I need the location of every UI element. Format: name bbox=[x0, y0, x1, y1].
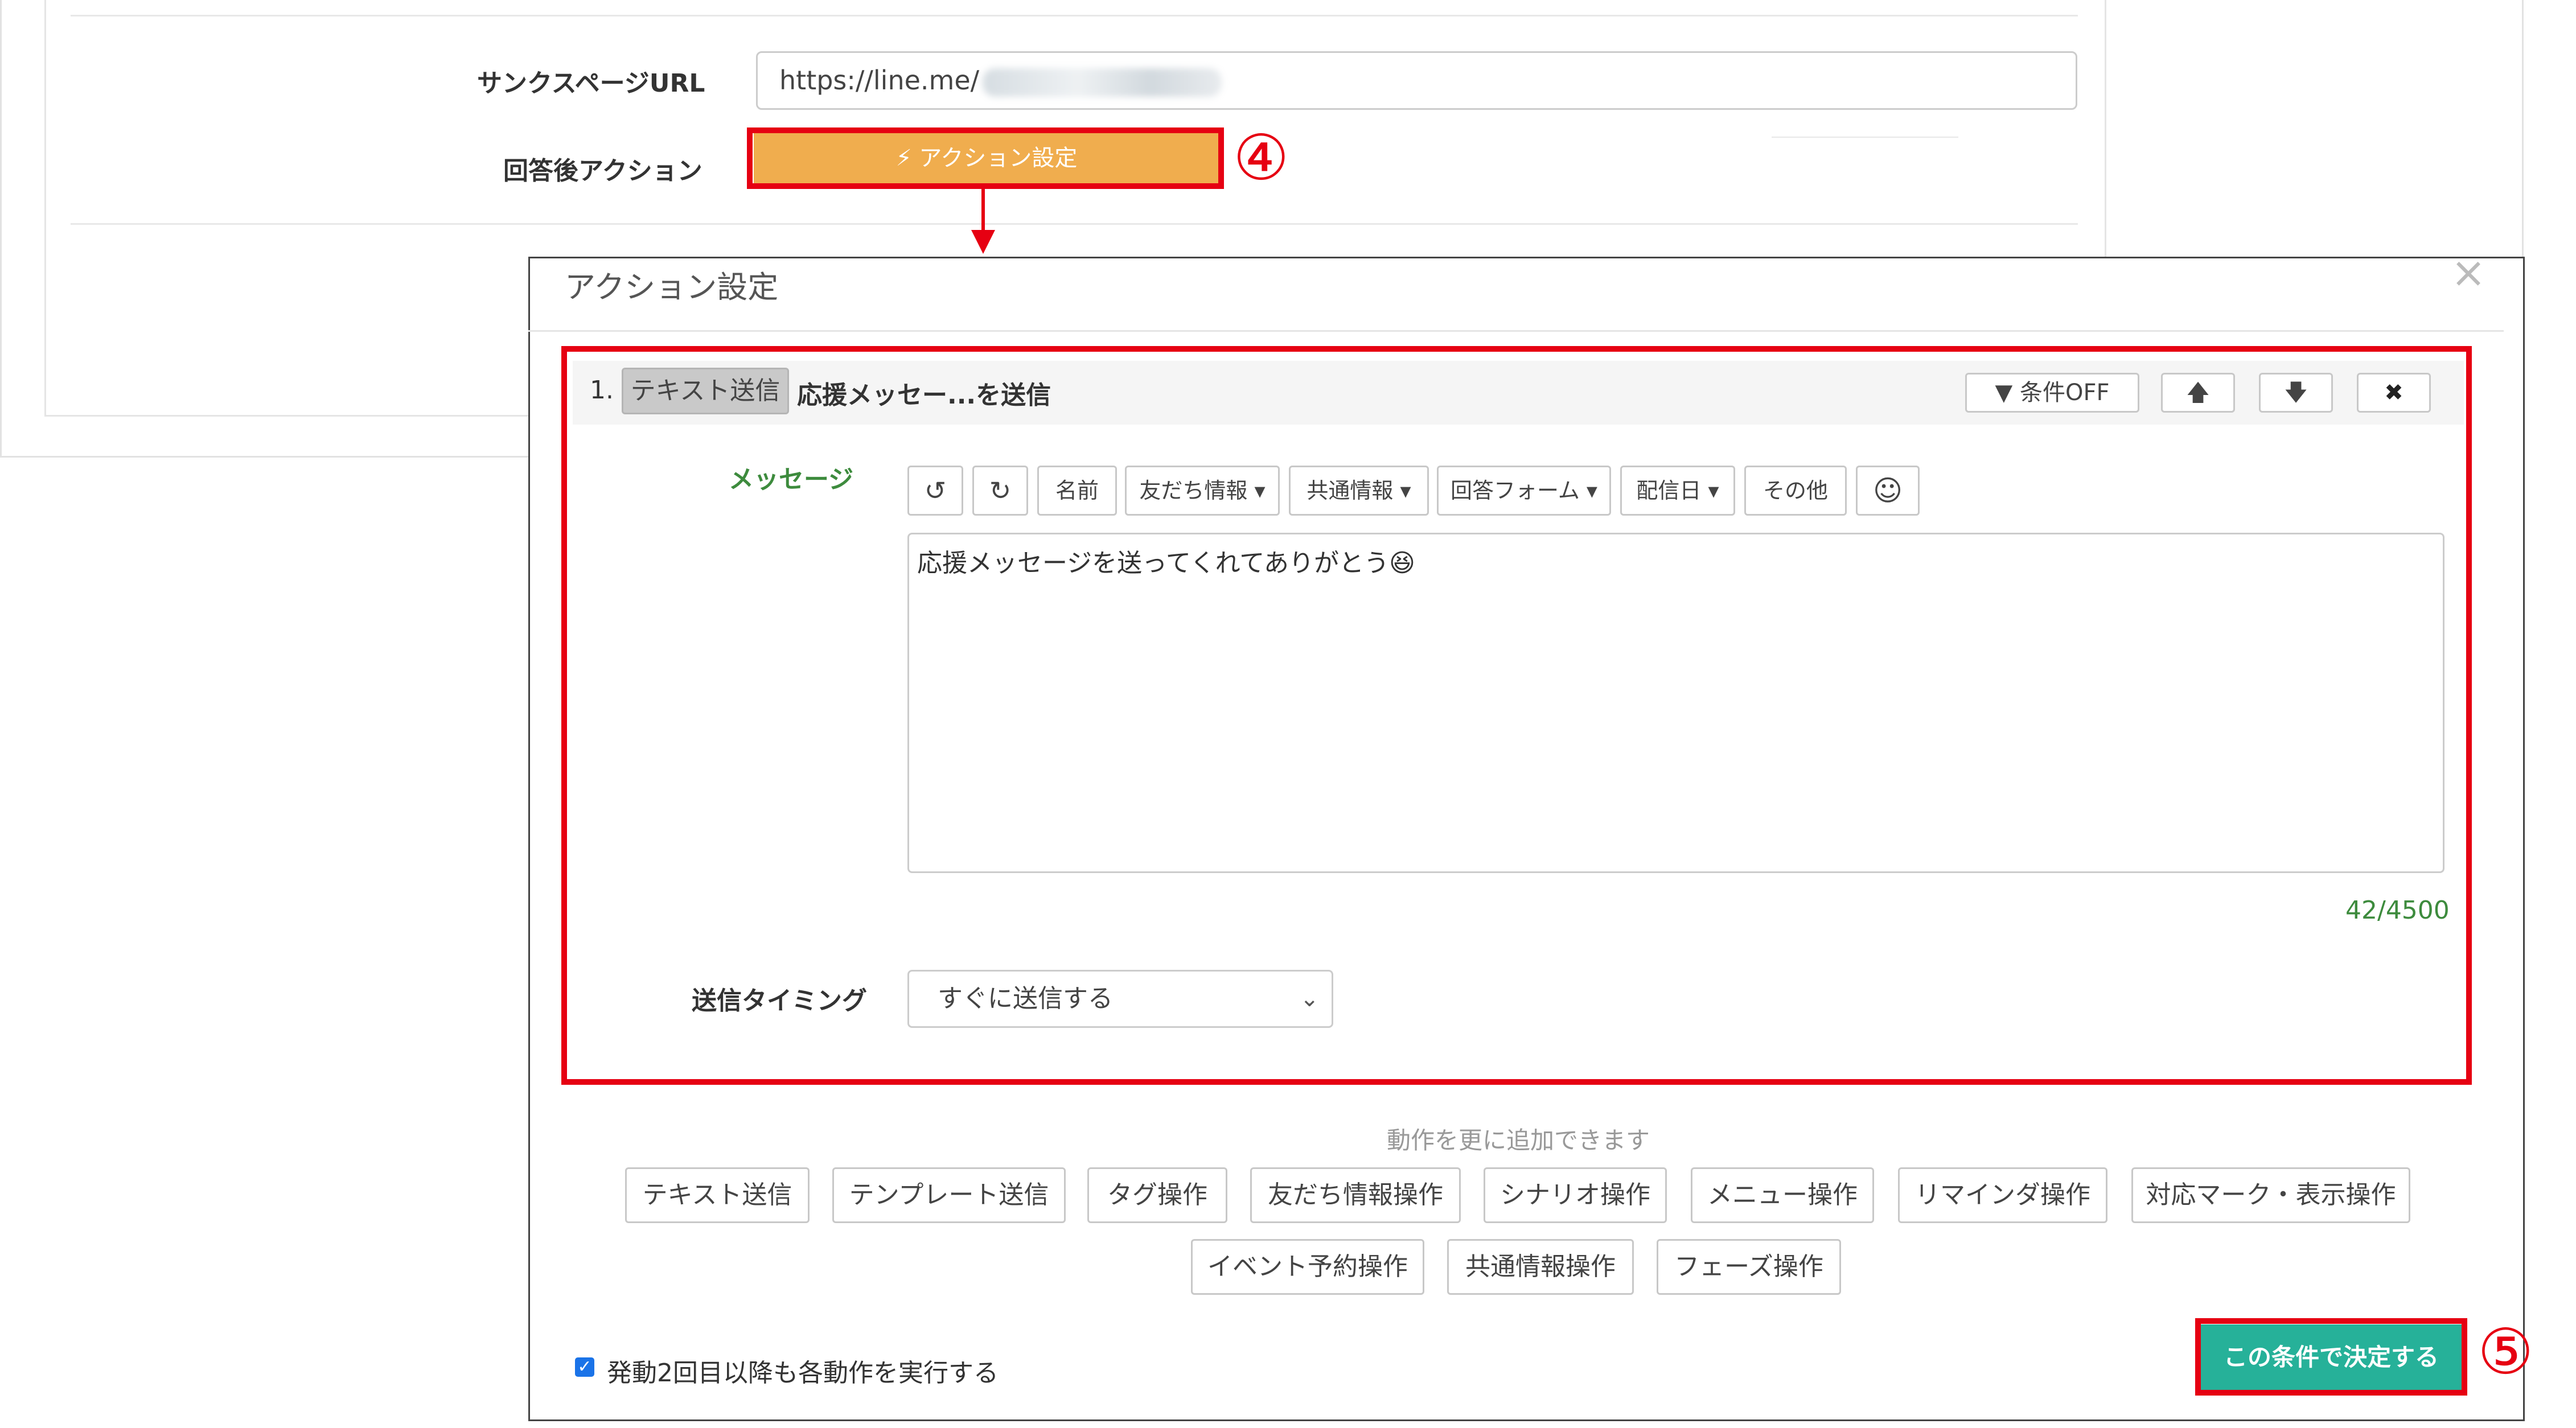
step5-marker: ⑤ bbox=[2478, 1315, 2534, 1388]
repeat-actions-checkbox[interactable]: ✓ bbox=[575, 1357, 594, 1377]
arrow-line bbox=[981, 186, 985, 231]
add-template-send-button[interactable]: テンプレート送信 bbox=[832, 1167, 1066, 1223]
divider bbox=[71, 223, 2078, 225]
add-phase-operation-button[interactable]: フェーズ操作 bbox=[1657, 1239, 1841, 1295]
add-reminder-operation-button[interactable]: リマインダ操作 bbox=[1898, 1167, 2107, 1223]
thanks-url-value: https://line.me/ bbox=[779, 65, 980, 96]
after-answer-label: 回答後アクション bbox=[503, 157, 702, 186]
redacted-url-part bbox=[983, 68, 1222, 97]
thanks-url-input[interactable]: https://line.me/ bbox=[756, 51, 2077, 110]
divider bbox=[1772, 137, 1958, 138]
close-icon[interactable]: × bbox=[2451, 252, 2486, 294]
add-friend-info-operation-button[interactable]: 友だち情報操作 bbox=[1250, 1167, 1461, 1223]
add-tag-operation-button[interactable]: タグ操作 bbox=[1087, 1167, 1227, 1223]
add-scenario-operation-button[interactable]: シナリオ操作 bbox=[1484, 1167, 1667, 1223]
modal-divider bbox=[528, 330, 2504, 332]
add-shared-info-operation-button[interactable]: 共通情報操作 bbox=[1447, 1239, 1634, 1295]
add-menu-operation-button[interactable]: メニュー操作 bbox=[1691, 1167, 1874, 1223]
add-actions-hint: 動作を更に追加できます bbox=[1387, 1126, 1650, 1154]
divider bbox=[71, 15, 2078, 17]
add-text-send-button[interactable]: テキスト送信 bbox=[625, 1167, 810, 1223]
highlight-box-step5 bbox=[2195, 1318, 2467, 1396]
thanks-url-label: サンクスページURL bbox=[477, 69, 705, 98]
highlight-box-action-step bbox=[561, 346, 2472, 1085]
add-response-mark-button[interactable]: 対応マーク・表示操作 bbox=[2131, 1167, 2410, 1223]
add-event-reservation-button[interactable]: イベント予約操作 bbox=[1191, 1239, 1424, 1295]
arrow-head-icon bbox=[971, 230, 995, 254]
modal-title: アクション設定 bbox=[565, 269, 779, 305]
repeat-actions-label: 発動2回目以降も各動作を実行する bbox=[607, 1359, 999, 1388]
highlight-box-step4 bbox=[747, 127, 1224, 189]
step4-marker: ④ bbox=[1233, 121, 1289, 194]
